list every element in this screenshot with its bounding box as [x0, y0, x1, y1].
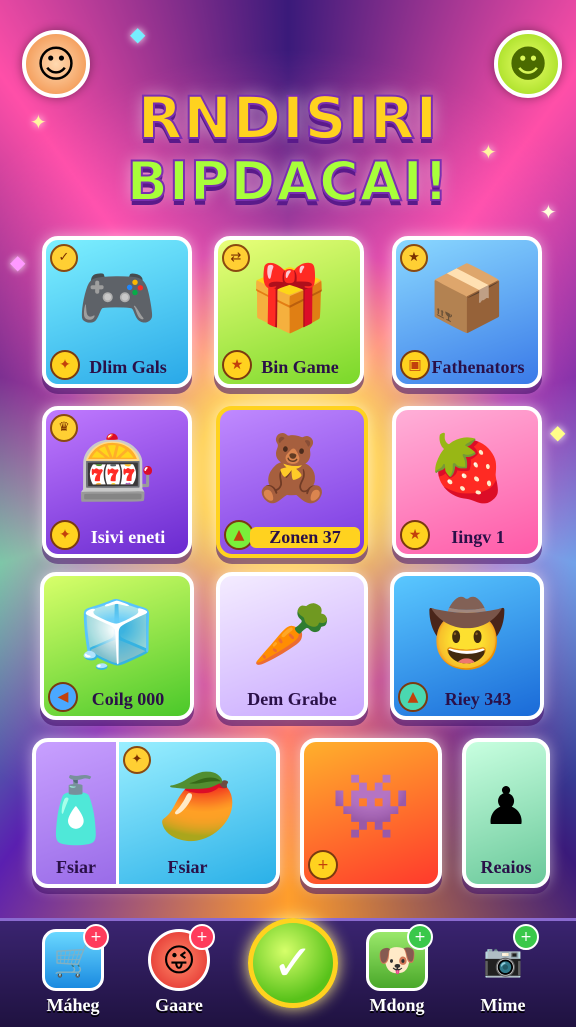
mango-sword-icon: 🥭	[157, 770, 238, 844]
gift-box-icon: 🎁	[249, 262, 329, 336]
plus-badge-icon: +	[407, 924, 433, 950]
game-tile-iingv[interactable]: 🍓 ★ Iingv 1	[392, 406, 542, 558]
game-title: RNDISIRI	[137, 83, 439, 153]
treasure-icon: 🧸	[252, 432, 332, 506]
camera-icon: 📷 +	[472, 924, 539, 991]
character-icon: 🤠	[427, 598, 507, 672]
bottle-icon: 🧴	[36, 774, 116, 848]
sparkle-icon: ◆	[550, 420, 566, 444]
game-tile-dlim-gals[interactable]: ✓ 🎮 ✦ Dlim Gals	[42, 236, 192, 388]
plus-chip-icon: +	[308, 850, 338, 880]
game-tile-isivi-eneti[interactable]: ♛ 🎰 ✦ Isivi eneti	[42, 406, 192, 558]
game-tile-fathenators[interactable]: ★ 📦 ▣ Fathenators	[392, 236, 542, 388]
blue-figure-icon: ♟	[482, 777, 530, 837]
confirm-play-button[interactable]: ✓	[248, 918, 338, 1008]
nav-label: Mdong	[369, 995, 425, 1015]
tile-label: Zonen 37	[250, 527, 360, 548]
game-tile-bin-game[interactable]: ⇄ 🎁 ★ Bin Game	[214, 236, 364, 388]
plus-badge-icon: +	[189, 924, 215, 950]
shop-icon: 🛒 +	[42, 924, 109, 991]
game-tile-dem-grabe[interactable]: 🥕 Dem Grabe	[216, 572, 368, 720]
tile-label: Coilg 000	[91, 689, 165, 709]
check-icon: ✓	[272, 934, 314, 992]
monster-icon: 👾	[331, 770, 411, 844]
tile-label: Dem Grabe	[247, 689, 337, 709]
nav-label: Mime	[480, 995, 526, 1015]
nav-item-gaare[interactable]: 😜 + Gaare	[134, 924, 224, 1016]
tile-label: Isivi eneti	[90, 527, 166, 547]
nav-label: Gaare	[155, 995, 203, 1015]
plus-badge-icon: +	[83, 924, 109, 950]
tile-label: Fathenators	[431, 357, 525, 377]
game-tile-fsiar-group[interactable]: 🧴 Fsiar ✦ 🥭 Fsiar	[32, 738, 280, 888]
game-tile-monster[interactable]: 👾 +	[300, 738, 442, 888]
carrot-icon: 🥕	[252, 598, 332, 672]
gamepad-icon: 🎮	[77, 262, 157, 336]
game-tile-reaios[interactable]: ♟ Reaios	[462, 738, 550, 888]
strawberry-icon: 🍓	[427, 432, 507, 506]
tile-label: Bin Game	[261, 357, 339, 377]
game-tile-riey[interactable]: 🤠 ▲ Riey 343	[390, 572, 544, 720]
tile-label: Riey 343	[444, 689, 512, 709]
nav-item-maheg[interactable]: 🛒 + Máheg	[28, 924, 118, 1016]
sparkle-icon: ◆	[130, 22, 146, 46]
tile-label: Iingv 1	[451, 527, 505, 547]
poker-chip-icon: 🎰	[77, 432, 157, 506]
game-subtitle: BIPDACAI!	[126, 149, 450, 214]
nav-item-mdong[interactable]: 🐶 + Mdong	[352, 924, 442, 1016]
plus-badge-icon: +	[513, 924, 539, 950]
nav-label: Máheg	[46, 995, 100, 1015]
sparkle-icon: ◆	[10, 250, 26, 274]
nav-item-mime[interactable]: 📷 + Mime	[458, 924, 548, 1016]
blue-cube-icon: 🧊	[77, 598, 157, 672]
game-tile-fsiar-right[interactable]: ✦ 🥭 Fsiar	[119, 742, 276, 884]
tile-label: Fsiar	[167, 857, 208, 877]
game-tile-coilg[interactable]: 🧊 ◀ Coilg 000	[40, 572, 194, 720]
tile-label: Fsiar	[56, 857, 96, 877]
dog-icon: 🐶 +	[366, 924, 433, 991]
tile-label: Dlim Gals	[89, 357, 167, 377]
game-tile-fsiar-left[interactable]: 🧴 Fsiar	[36, 742, 119, 884]
mascot-icon: 😜 +	[148, 924, 215, 991]
tile-label: Reaios	[480, 857, 532, 877]
gold-box-icon: 📦	[427, 262, 507, 336]
game-tile-zonen[interactable]: 🧸 ▲ Zonen 37	[216, 406, 368, 558]
